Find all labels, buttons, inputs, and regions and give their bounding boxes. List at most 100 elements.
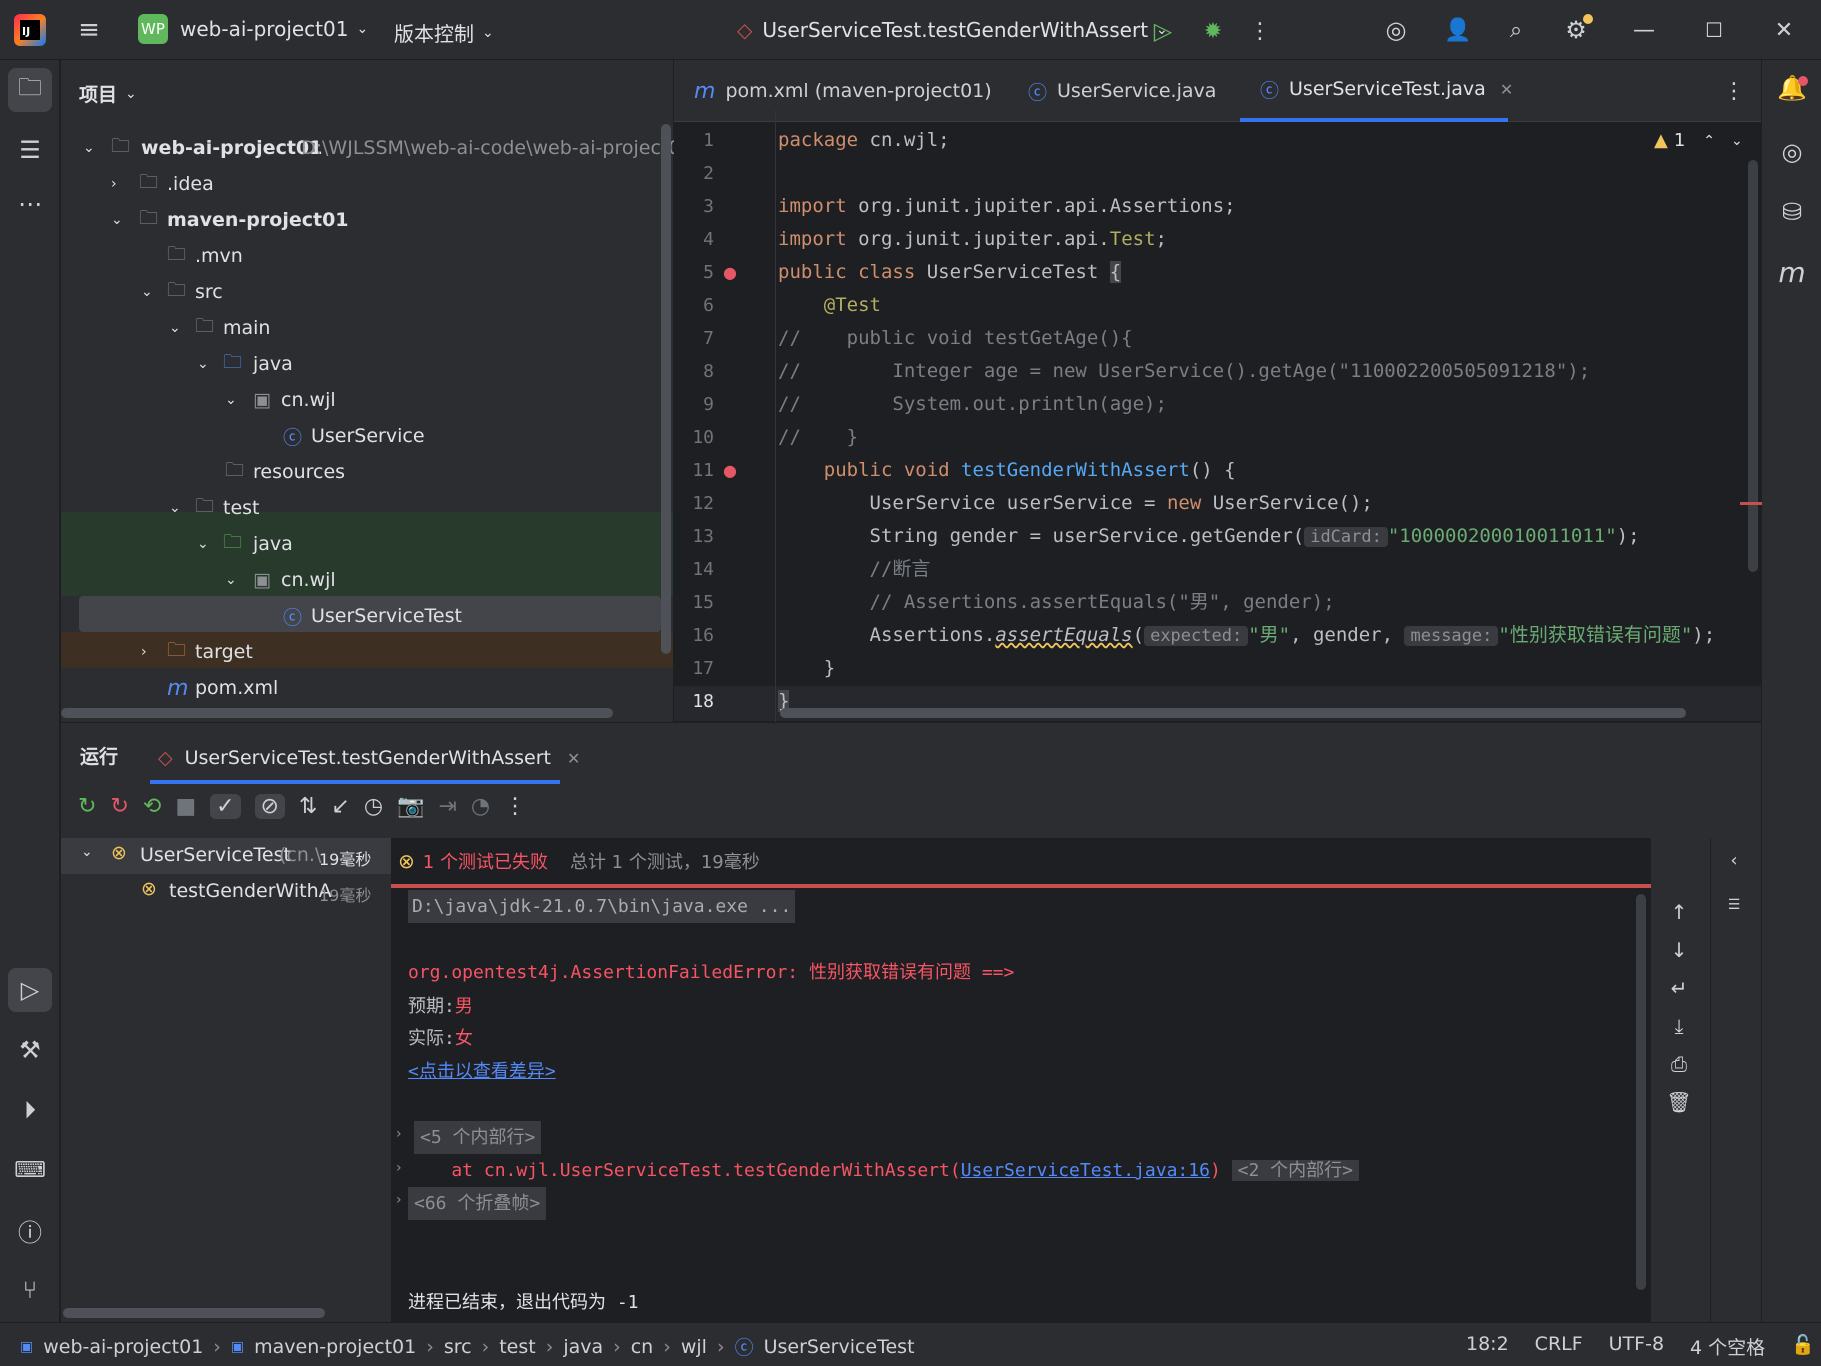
maximize-icon[interactable]: ☐ bbox=[1698, 14, 1730, 46]
folded-lines-2[interactable]: <2 个内部行> bbox=[1231, 1160, 1359, 1181]
inspection-widget[interactable]: ▲ 1 ⌃ ⌄ bbox=[1654, 130, 1743, 151]
breadcrumb-item[interactable]: cn bbox=[631, 1336, 654, 1358]
lock-icon[interactable]: 🔓 bbox=[1791, 1333, 1815, 1360]
code-line-14[interactable]: //断言 bbox=[778, 553, 931, 586]
stop-icon[interactable]: ■ bbox=[175, 794, 196, 819]
tree-item-test-java[interactable]: ⌄ 🗀 java bbox=[61, 526, 661, 562]
structure-icon[interactable]: ☰ bbox=[8, 128, 52, 172]
chevron-right-icon[interactable]: › bbox=[396, 1160, 402, 1176]
tree-item-src[interactable]: ⌄ 🗀 src bbox=[61, 274, 661, 310]
more-tools-icon[interactable]: ⋯ bbox=[8, 184, 52, 224]
tree-item-idea[interactable]: › 🗀 .idea bbox=[61, 166, 661, 202]
chevron-right-icon[interactable]: › bbox=[396, 1126, 402, 1142]
run-test-gutter-icon[interactable]: ● bbox=[718, 260, 742, 284]
history-clock-icon[interactable]: ◷ bbox=[364, 794, 383, 819]
test-tree-row-method[interactable]: ⊗ testGenderWithA 19毫秒 bbox=[61, 874, 391, 910]
file-encoding[interactable]: UTF-8 bbox=[1609, 1333, 1664, 1360]
terminal-icon[interactable]: ⌨ bbox=[8, 1148, 52, 1192]
main-menu-icon[interactable]: ≡ bbox=[74, 15, 104, 45]
console-scrollbar[interactable] bbox=[1636, 894, 1646, 1290]
vcs-menu[interactable]: 版本控制 ⌄ bbox=[394, 18, 494, 47]
line-separator[interactable]: CRLF bbox=[1535, 1333, 1583, 1360]
code-line-9[interactable]: // System.out.println(age); bbox=[778, 388, 1167, 421]
tree-item-target[interactable]: › 🗀 target bbox=[61, 634, 661, 670]
chevron-right-icon[interactable]: › bbox=[396, 1192, 402, 1208]
tree-item-userservice[interactable]: ⓒ UserService bbox=[61, 418, 661, 454]
run-config-selector[interactable]: ◇ UserServiceTest.testGenderWithAssert ⌄ bbox=[737, 18, 1168, 42]
tree-item-test[interactable]: ⌄ 🗀 test bbox=[61, 490, 661, 526]
tree-item-main[interactable]: ⌄ 🗀 main bbox=[61, 310, 661, 346]
minimize-icon[interactable]: — bbox=[1628, 14, 1660, 46]
scroll-to-end-icon[interactable]: ⤓ bbox=[1675, 1014, 1684, 1038]
tree-item-main-java[interactable]: ⌄ 🗀 java bbox=[61, 346, 661, 382]
tree-item-userservicetest[interactable]: ⓒ UserServiceTest bbox=[61, 598, 661, 634]
code-line-13[interactable]: String gender = userService.getGender(id… bbox=[778, 520, 1640, 553]
tree-item-main-package[interactable]: ⌄ ▣ cn.wjl bbox=[61, 382, 661, 418]
arrow-up-icon[interactable]: ↑ bbox=[1671, 900, 1688, 924]
run-tool-icon[interactable]: ▷ bbox=[8, 968, 52, 1012]
show-ignored-icon[interactable]: ⊘ bbox=[254, 794, 285, 819]
code-line-6[interactable]: @Test bbox=[778, 289, 881, 322]
tab-userservicetest[interactable]: ⓒ UserServiceTest.java ✕ bbox=[1240, 60, 1513, 122]
soft-wrap-icon[interactable]: ↵ bbox=[1671, 976, 1688, 1000]
tree-item-web-ai-project01[interactable]: ⌄ 🗀 web-ai-project01 D:\WJLSSM\web-ai-co… bbox=[61, 130, 693, 166]
code-line-10[interactable]: // } bbox=[778, 421, 858, 454]
error-marker[interactable] bbox=[1740, 502, 1762, 505]
trash-icon[interactable]: 🗑 bbox=[1666, 1090, 1691, 1114]
code-line-15[interactable]: // Assertions.assertEquals("男", gender); bbox=[778, 586, 1335, 619]
arrow-down-icon[interactable]: ↓ bbox=[1671, 938, 1688, 962]
console-command[interactable]: D:\java\jdk-21.0.7\bin\java.exe ... bbox=[408, 890, 796, 923]
project-panel-header[interactable]: 项目 ⌄ bbox=[79, 80, 137, 107]
maven-icon[interactable]: m bbox=[1774, 254, 1810, 290]
test-tree-scrollbar[interactable] bbox=[63, 1308, 325, 1318]
breadcrumb-item[interactable]: UserServiceTest bbox=[764, 1336, 915, 1358]
toggle-auto-test-icon[interactable]: ⟲ bbox=[143, 794, 161, 819]
source-link[interactable]: UserServiceTest.java:16 bbox=[961, 1160, 1210, 1181]
camera-icon[interactable]: 📷 bbox=[397, 794, 424, 819]
ai-assistant-icon[interactable]: ◎ bbox=[1380, 14, 1412, 46]
horizontal-scrollbar[interactable] bbox=[61, 708, 613, 718]
project-switcher[interactable]: WP web-ai-project01 ⌄ bbox=[138, 14, 368, 44]
close-tab-icon[interactable]: ✕ bbox=[567, 749, 580, 768]
search-icon[interactable]: ⌕ bbox=[1500, 14, 1532, 46]
add-user-icon[interactable]: 👤 bbox=[1442, 14, 1474, 46]
code-line-4[interactable]: import org.junit.jupiter.api.Test; bbox=[778, 223, 1167, 256]
chevron-left-icon[interactable]: ‹ bbox=[1724, 848, 1744, 872]
tree-item-mvn[interactable]: 🗀 .mvn bbox=[61, 238, 661, 274]
sort-icon[interactable]: ⇅ bbox=[299, 794, 317, 819]
debug-icon[interactable]: ✹ bbox=[1198, 16, 1228, 46]
close-tab-icon[interactable]: ✕ bbox=[1500, 80, 1513, 99]
code-line-5[interactable]: public class UserServiceTest { bbox=[778, 256, 1122, 289]
close-icon[interactable]: ✕ bbox=[1768, 14, 1800, 46]
test-tree-row-class[interactable]: ⌄ ⊗ UserServiceTest (cn.\ 19毫秒 bbox=[61, 838, 391, 874]
folded-frames-66[interactable]: <66 个折叠帧> bbox=[408, 1187, 547, 1220]
tab-userservice[interactable]: ⓒ UserService.java bbox=[1028, 60, 1216, 122]
rerun-icon[interactable]: ↻ bbox=[78, 794, 96, 819]
breadcrumb-item[interactable]: web-ai-project01 bbox=[43, 1336, 203, 1358]
code-line-11[interactable]: public void testGenderWithAssert() { bbox=[778, 454, 1236, 487]
editor-horizontal-scrollbar[interactable] bbox=[780, 708, 1686, 718]
breadcrumb-item[interactable]: java bbox=[563, 1336, 603, 1358]
project-folder-icon[interactable]: 🗀 bbox=[8, 68, 52, 112]
code-line-7[interactable]: // public void testGetAge(){ bbox=[778, 322, 1133, 355]
intellij-logo-icon[interactable]: IJ bbox=[14, 14, 46, 46]
tree-item-pom[interactable]: m pom.xml bbox=[61, 670, 661, 706]
cursor-position[interactable]: 18:2 bbox=[1466, 1333, 1509, 1360]
more-actions-icon[interactable]: ⋮ bbox=[1249, 16, 1271, 46]
breadcrumb-item[interactable]: maven-project01 bbox=[254, 1336, 416, 1358]
ai-chat-icon[interactable]: ◎ bbox=[1774, 134, 1810, 170]
breadcrumb-item[interactable]: wjl bbox=[681, 1336, 707, 1358]
indent-setting[interactable]: 4 个空格 bbox=[1690, 1333, 1765, 1360]
tree-item-test-package[interactable]: ⌄ ▣ cn.wjl bbox=[61, 562, 661, 598]
breadcrumb-item[interactable]: test bbox=[499, 1336, 536, 1358]
database-icon[interactable]: ⛁ bbox=[1774, 194, 1810, 230]
coverage-icon[interactable]: ◔ bbox=[471, 794, 490, 819]
code-line-8[interactable]: // Integer age = new UserService().getAg… bbox=[778, 355, 1590, 388]
services-icon[interactable]: ⏵ bbox=[8, 1088, 52, 1132]
run-test-gutter-icon[interactable]: ● bbox=[718, 458, 742, 482]
breadcrumb-item[interactable]: src bbox=[444, 1336, 472, 1358]
collapse-icon[interactable]: ↙ bbox=[331, 794, 349, 819]
code-line-1[interactable]: package cn.wjl; bbox=[778, 124, 950, 157]
vertical-scrollbar[interactable] bbox=[661, 124, 671, 654]
editor-vertical-scrollbar[interactable] bbox=[1748, 160, 1758, 572]
